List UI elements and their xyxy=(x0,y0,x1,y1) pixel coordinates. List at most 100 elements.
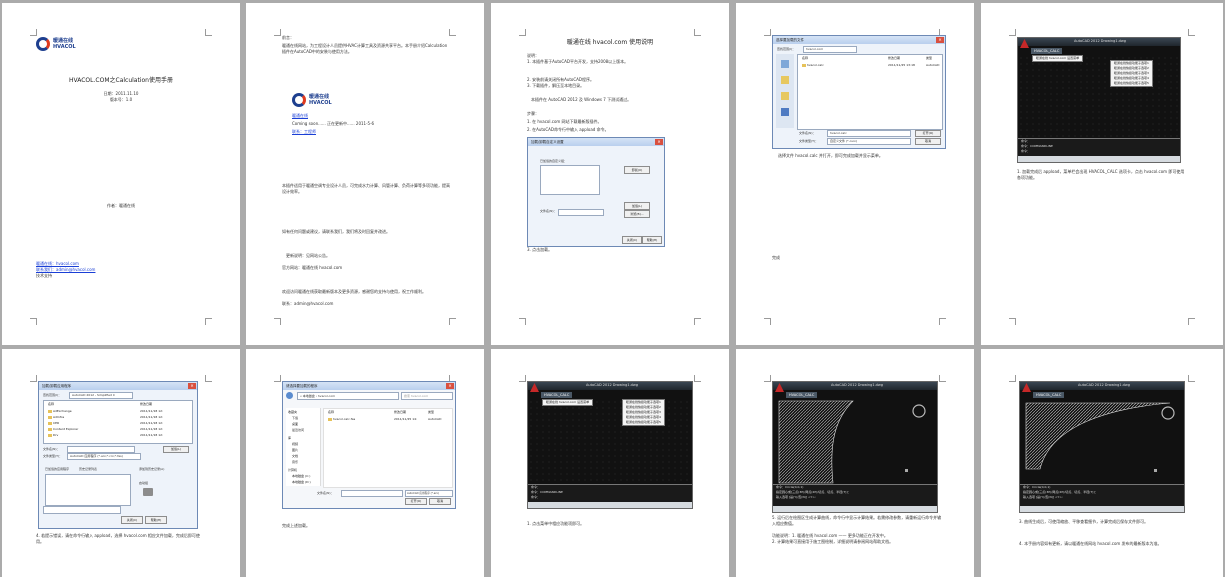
filename-input[interactable] xyxy=(341,490,403,497)
filetype-value: AutoCAD 应用程序 (*.arx) xyxy=(407,492,439,495)
col-date[interactable]: 修改日期 xyxy=(888,56,900,60)
load-button[interactable]: 加载(L) xyxy=(163,446,189,453)
col-name[interactable]: 名称 xyxy=(328,410,334,414)
item-date: 2011/11/18 12: xyxy=(140,409,164,413)
path-dropdown[interactable]: hvacol.com xyxy=(803,46,857,53)
col-name[interactable]: 名称 xyxy=(48,402,54,406)
nav-item[interactable]: 计算机 xyxy=(288,468,297,472)
command-line[interactable]: 命令：Circle(0,0,1) 指定圆心或[三点(3P)/两点(2P)/切点、… xyxy=(773,484,937,506)
desktop-icon[interactable] xyxy=(781,76,789,84)
unload-button[interactable]: 卸载(U) xyxy=(624,166,650,174)
crop-mark xyxy=(1009,29,1016,36)
filename-input[interactable] xyxy=(67,446,135,453)
menu-head[interactable]: 暖通在线 hvacol.com 设置菜单 xyxy=(1033,56,1082,61)
file-list[interactable]: 名称 修改日期 类型 hvacol.calc.fas 2011/11/25 14… xyxy=(323,408,453,488)
nav-item[interactable]: 最近访问 xyxy=(292,428,304,432)
filetype-dropdown[interactable]: AutoCAD 应用程序 (*.arx) xyxy=(405,490,453,497)
briefcase-icon[interactable] xyxy=(143,488,153,496)
open-button[interactable]: 打开(O) xyxy=(405,498,427,505)
recent-icon[interactable] xyxy=(781,60,789,68)
menu-head[interactable]: 暖通在线 hvacol.com 设置菜单 xyxy=(543,400,592,405)
nav-item[interactable]: 收藏夹 xyxy=(288,410,297,414)
nav-item[interactable]: 音乐 xyxy=(292,460,298,464)
hvacol-calc-tab[interactable]: HVACOL_CALC xyxy=(541,392,573,398)
close-icon[interactable]: ✕ xyxy=(188,383,196,389)
nav-item[interactable]: 本地磁盘 (C:) xyxy=(292,474,310,478)
filetype-dropdown[interactable]: AutoCAD 应用程序 (*.arx;*.crx;*.fas) xyxy=(67,453,141,460)
add-history-checkbox[interactable]: 添加到历史记录(A) xyxy=(139,466,164,472)
nav-item[interactable]: 本地磁盘 (D:) xyxy=(292,480,311,484)
list-item[interactable]: Content Explorer xyxy=(48,427,78,431)
file-list[interactable]: 名称 修改日期 AdExchange AdInfos CER Content E… xyxy=(43,400,193,444)
close-button[interactable]: 关闭(C) xyxy=(121,516,143,524)
drawing-area xyxy=(528,399,692,484)
path-value: hvacol.com xyxy=(806,47,824,51)
hvacol-submenu: 暖通在线快捷功能子选项1 暖通在线快捷功能子选项2 暖通在线快捷功能子选项3 暖… xyxy=(622,399,665,426)
close-icon[interactable]: ✕ xyxy=(655,139,663,145)
open-button[interactable]: 打开(O) xyxy=(915,130,941,137)
nav-item[interactable]: 视频 xyxy=(292,442,298,446)
nav-item[interactable]: 库 xyxy=(288,436,291,440)
help-button[interactable]: 帮助(H) xyxy=(642,236,662,244)
help-button[interactable]: 帮助(H) xyxy=(145,516,167,524)
loaded-list[interactable] xyxy=(45,474,131,506)
filetype-dropdown[interactable]: 自定义文件 (*.cuix) xyxy=(827,138,911,145)
computer-icon[interactable] xyxy=(781,108,789,116)
group-list[interactable] xyxy=(540,165,600,195)
crop-mark xyxy=(1188,29,1195,36)
page-4-file-select: 选择要加载的文件 ✕ 查找范围(I)： hvacol.com 名称 修改日期 类… xyxy=(736,3,974,345)
folder-icon xyxy=(48,433,52,437)
list-item[interactable]: Drv xyxy=(48,433,58,437)
load-button[interactable]: 加载(L) xyxy=(624,202,650,210)
breadcrumb[interactable]: « 本地磁盘 › hvacol.com xyxy=(297,392,399,400)
back-icon[interactable] xyxy=(286,392,293,399)
command-line[interactable]: 命令：Circle(0,0,1) 指定圆心或[三点(3P)/两点(2P)/切点、… xyxy=(1020,484,1184,506)
cancel-button[interactable]: 取消 xyxy=(429,498,451,505)
hvacol-calc-tab[interactable]: HVACOL_CALC xyxy=(1031,48,1063,54)
file-row[interactable]: hvacol.calc xyxy=(802,63,824,67)
nav-item[interactable]: 文档 xyxy=(292,454,298,458)
submenu-item-5[interactable]: 暖通在线快捷功能子选项5 xyxy=(1111,81,1152,86)
folder-icon xyxy=(48,427,52,431)
hvacol-calc-tab[interactable]: HVACOL_CALC xyxy=(786,392,818,398)
site-label[interactable]: 暖通在线 xyxy=(292,113,308,119)
list-item[interactable]: CER xyxy=(48,421,59,425)
path-dropdown[interactable]: AutoCAD 2012 - Simplified C xyxy=(69,392,133,399)
history-tab[interactable]: 历史记录列表 xyxy=(79,466,97,472)
file-list[interactable]: 名称 修改日期 类型 hvacol.calc 2011/11/25 13:18 … xyxy=(797,54,943,130)
documents-icon[interactable] xyxy=(781,92,789,100)
nav-item[interactable]: 桌面 xyxy=(292,422,298,426)
close-icon[interactable]: ✕ xyxy=(936,37,944,43)
page-caption: 4. 若提示错误，请在命令行输入 appload，选择 hvacol.com 相… xyxy=(36,533,200,544)
browse-button[interactable]: 浏览(B)... xyxy=(624,210,650,218)
file-row[interactable]: hvacol.calc.fas xyxy=(328,417,355,421)
submenu-item-5[interactable]: 暖通在线快捷功能子选项5 xyxy=(623,420,664,425)
filename-input[interactable]: hvacol.calc xyxy=(827,130,911,137)
cancel-button[interactable]: 取消 xyxy=(915,138,941,145)
command-line[interactable]: 命令： 命令：COMMANDLINE 命令： xyxy=(528,484,692,502)
command-line[interactable]: 命令： 命令：COMMANDLINE 命令： xyxy=(1018,138,1180,156)
page-10-cad-curve: AutoCAD 2012 Drawing1.dwg HVACOL_CALC 命令… xyxy=(981,349,1223,577)
col-type[interactable]: 类型 xyxy=(926,56,932,60)
list-item[interactable]: AdInfos xyxy=(48,415,64,419)
col-type[interactable]: 类型 xyxy=(428,410,434,414)
logo-en: HVACOL xyxy=(309,100,332,106)
crop-mark xyxy=(694,29,701,36)
status-bar xyxy=(1018,156,1180,162)
item-name: AdExchange xyxy=(53,409,72,413)
file-input[interactable] xyxy=(558,209,604,216)
search-input[interactable]: 搜索 hvacol.com xyxy=(401,392,453,400)
nav-item[interactable]: 下载 xyxy=(292,416,298,420)
item-date: 2011/11/18 12: xyxy=(140,415,164,419)
close-button[interactable]: 关闭(C) xyxy=(622,236,642,244)
col-date[interactable]: 修改日期 xyxy=(140,402,152,406)
list-item[interactable]: AdExchange xyxy=(48,409,72,413)
col-date[interactable]: 修改日期 xyxy=(394,410,406,414)
contact-label[interactable]: 联系：工程师 xyxy=(292,129,316,135)
marker xyxy=(905,469,908,472)
hvacol-calc-tab[interactable]: HVACOL_CALC xyxy=(1033,392,1065,398)
col-name[interactable]: 名称 xyxy=(802,56,808,60)
nav-item[interactable]: 图片 xyxy=(292,448,298,452)
calculation-curve xyxy=(1025,402,1175,472)
close-icon[interactable]: ✕ xyxy=(446,383,454,389)
